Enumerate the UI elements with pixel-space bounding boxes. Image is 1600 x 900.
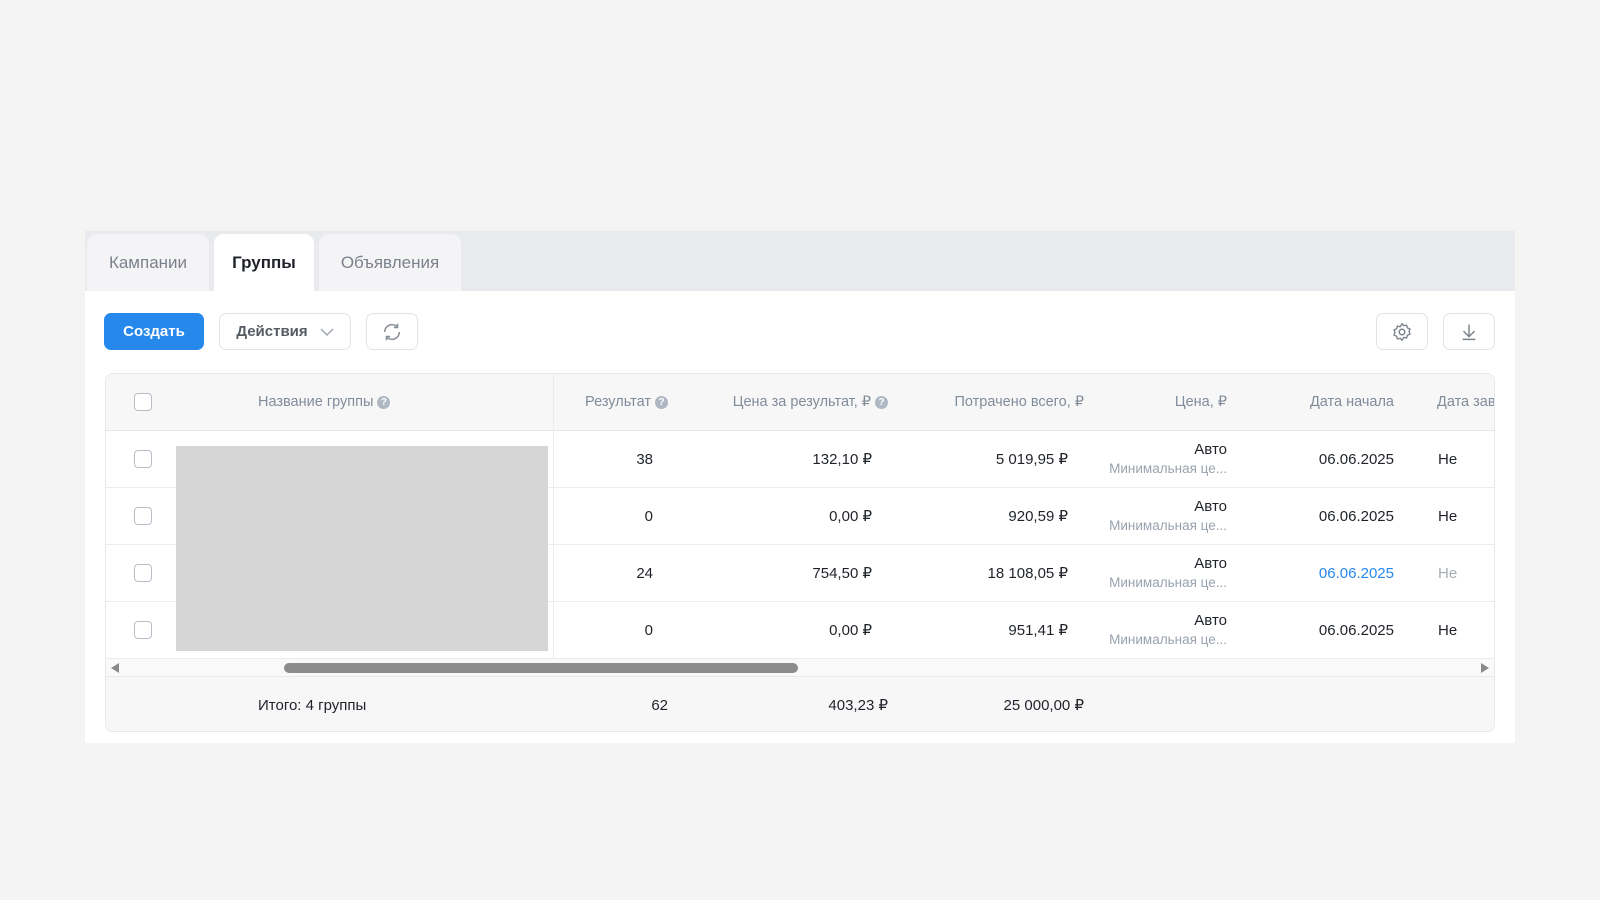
cell-start-date: 06.06.2025 — [1318, 621, 1394, 639]
table-footer: Итого: 4 группы 62 403,23 ₽ 25 000,00 ₽ — [106, 677, 1494, 731]
cell-result: 0 — [644, 621, 653, 639]
tab-bar: Кампании Группы Объявления — [85, 231, 1515, 291]
price-mode: Авто — [1194, 498, 1227, 515]
cell-start-date: 06.06.2025 — [1318, 450, 1394, 468]
price-sub: Минимальная це... — [1109, 632, 1227, 647]
cell-cpr: 754,50 ₽ — [812, 565, 872, 582]
cell-spent: 951,41 ₽ — [1008, 622, 1068, 639]
cell-end-date: Не — [1438, 621, 1458, 639]
cell-spent: 18 108,05 ₽ — [987, 565, 1068, 582]
tab-groups[interactable]: Группы — [214, 234, 314, 291]
header-result[interactable]: Результат? — [585, 374, 668, 430]
cell-end-date: Не — [1438, 450, 1458, 468]
header-cpr[interactable]: Цена за результат, ₽? — [733, 374, 888, 430]
actions-label: Действия — [236, 323, 308, 340]
row-checkbox[interactable] — [134, 621, 152, 639]
cell-spent: 920,59 ₽ — [1008, 508, 1068, 525]
row-checkbox[interactable] — [134, 564, 152, 582]
footer-cpr: 403,23 ₽ — [828, 697, 888, 714]
cell-cpr: 132,10 ₽ — [812, 451, 872, 468]
refresh-button[interactable] — [366, 313, 418, 350]
header-price[interactable]: Цена, ₽ — [1175, 374, 1227, 430]
tab-campaigns[interactable]: Кампании — [87, 234, 209, 291]
cell-start-date[interactable]: 06.06.2025 — [1319, 545, 1394, 601]
row-checkbox[interactable] — [134, 450, 152, 468]
scroll-left-icon[interactable] — [111, 663, 119, 673]
price-sub: Минимальная це... — [1109, 518, 1227, 533]
cell-price: Авто Минимальная це... — [1109, 602, 1227, 658]
groups-table: Название группы? Результат? Цена за резу… — [105, 373, 1495, 732]
cell-result: 24 — [636, 564, 653, 582]
footer-label: Итого: 4 группы — [258, 696, 367, 714]
price-mode: Авто — [1194, 441, 1227, 458]
help-icon[interactable]: ? — [655, 395, 668, 409]
price-sub: Минимальная це... — [1109, 461, 1227, 476]
cell-spent: 5 019,95 ₽ — [995, 451, 1068, 468]
scrollbar-thumb[interactable] — [284, 663, 798, 673]
cell-cpr: 0,00 ₽ — [829, 622, 872, 639]
cell-end-date: Не — [1438, 507, 1458, 525]
header-spent[interactable]: Потрачено всего, ₽ — [954, 374, 1084, 430]
cell-end-date: Не — [1438, 564, 1458, 582]
cell-price: Авто Минимальная це... — [1109, 431, 1227, 487]
gear-icon — [1393, 322, 1411, 341]
actions-dropdown[interactable]: Действия — [219, 313, 351, 350]
cell-price: Авто Минимальная це... — [1109, 545, 1227, 601]
price-sub: Минимальная це... — [1109, 575, 1227, 590]
footer-spent: 25 000,00 ₽ — [1003, 697, 1084, 714]
price-mode: Авто — [1194, 555, 1227, 572]
create-button[interactable]: Создать — [104, 313, 204, 350]
help-icon[interactable]: ? — [875, 395, 888, 409]
footer-result: 62 — [651, 696, 668, 714]
price-mode: Авто — [1194, 612, 1227, 629]
chevron-down-icon — [320, 327, 334, 336]
row-checkbox[interactable] — [134, 507, 152, 525]
cell-result: 38 — [636, 450, 653, 468]
cell-price: Авто Минимальная це... — [1109, 488, 1227, 544]
settings-button[interactable] — [1376, 313, 1428, 350]
cell-cpr: 0,00 ₽ — [829, 508, 872, 525]
header-end-date[interactable]: Дата зав — [1437, 374, 1494, 430]
header-result-label: Результат — [585, 394, 651, 410]
download-button[interactable] — [1443, 313, 1495, 350]
header-start-date[interactable]: Дата начала — [1310, 374, 1394, 430]
cell-start-date: 06.06.2025 — [1318, 507, 1394, 525]
tab-ads[interactable]: Объявления — [319, 234, 461, 291]
horizontal-scrollbar[interactable] — [106, 659, 1494, 677]
refresh-icon — [383, 323, 401, 340]
redacted-group-names — [176, 446, 548, 651]
header-cpr-label: Цена за результат, ₽ — [732, 394, 871, 410]
download-icon — [1462, 324, 1476, 340]
cell-result: 0 — [644, 507, 653, 525]
groups-panel: Кампании Группы Объявления Создать Дейст… — [85, 231, 1515, 743]
scroll-right-icon[interactable] — [1481, 663, 1489, 673]
